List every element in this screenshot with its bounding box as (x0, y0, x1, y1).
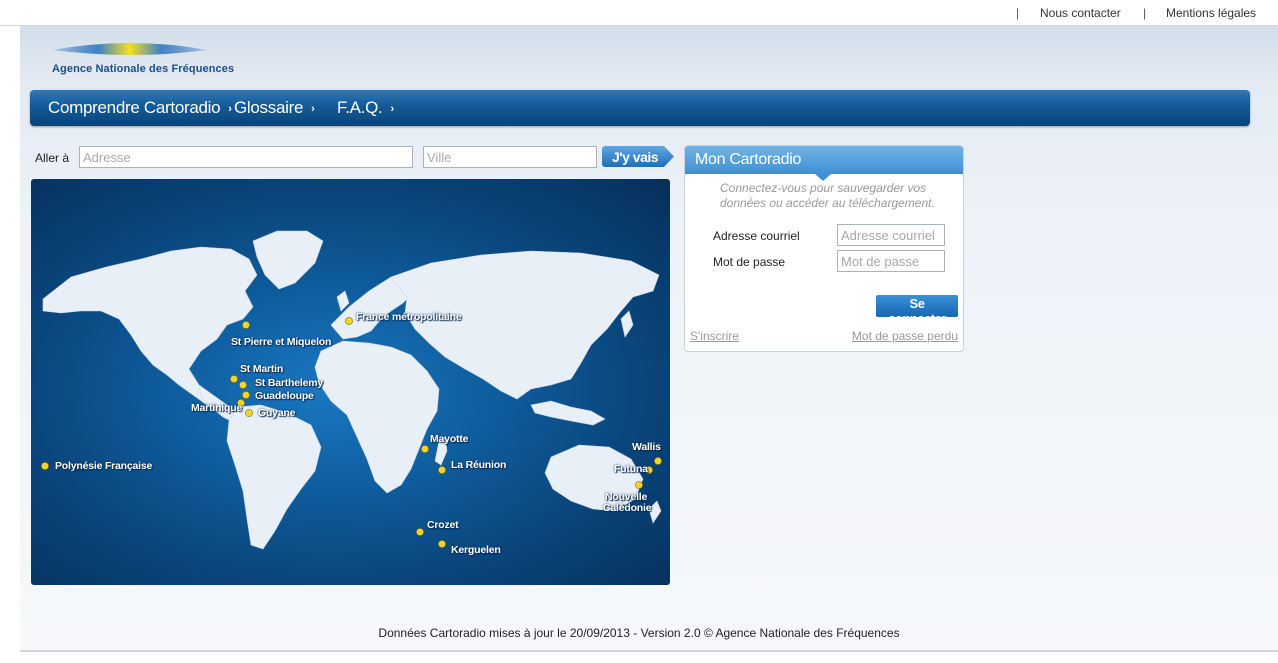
main-nav: Comprendre Cartoradio › Glossaire › F.A.Q.… (30, 90, 1250, 126)
password-label: Mot de passe (713, 255, 786, 269)
map-label-guadeloupe[interactable]: Guadeloupe (255, 390, 314, 402)
map-label-guyane[interactable]: Guyane (258, 407, 296, 419)
register-link[interactable]: S'inscrire (690, 329, 739, 343)
search-label: Aller à (35, 151, 70, 165)
map-label-mayotte[interactable]: Mayotte (430, 433, 468, 445)
login-hint: Connectez-vous pour sauvegarder vos donn… (720, 181, 935, 210)
login-title: Mon Cartoradio (695, 151, 802, 168)
map-label-kerguelen[interactable]: Kerguelen (451, 544, 501, 556)
password-field[interactable] (837, 250, 945, 272)
map-label-futuna[interactable]: Futuna (614, 463, 648, 475)
connect-button[interactable]: Se connecter (876, 295, 958, 326)
email-field[interactable] (837, 224, 945, 246)
map-label-caledonie[interactable]: Calédonie (603, 502, 652, 514)
chevron-right-icon: › (228, 103, 232, 115)
map-label-wallis[interactable]: Wallis (632, 441, 661, 453)
logo-text: Agence Nationale des Fréquences (52, 63, 235, 75)
map-label-st-barthelemy[interactable]: St Barthelemy (255, 377, 323, 389)
email-label: Adresse courriel (713, 229, 800, 243)
map-label-st-martin[interactable]: St Martin (240, 363, 283, 375)
nav-item-label: F.A.Q. (337, 98, 383, 117)
chevron-right-icon: › (390, 103, 394, 115)
world-map-land-icon (41, 230, 662, 550)
nav-item-glossaire[interactable]: Glossaire › (234, 98, 315, 118)
legal-link[interactable]: Mentions légales (1166, 6, 1256, 20)
nav-item-label: Comprendre Cartoradio (48, 98, 221, 117)
map-label-polynesie[interactable]: Polynésie Française (55, 460, 152, 472)
map-label-france[interactable]: France métropolitaine (356, 311, 462, 323)
map-label-crozet[interactable]: Crozet (427, 519, 459, 531)
footer-text: Données Cartoradio mises à jour le 20/09… (378, 626, 900, 640)
login-panel: Mon Cartoradio Connectez-vous pour sauve… (684, 145, 964, 352)
login-header-notch (815, 174, 831, 181)
city-input[interactable] (423, 146, 597, 168)
nav-item-label: Glossaire (234, 98, 304, 117)
world-map[interactable]: France métropolitaine St Pierre et Mique… (31, 179, 670, 585)
chevron-right-icon: › (311, 103, 315, 115)
separator: | (1143, 6, 1147, 20)
page-frame-bottom-border (20, 650, 1278, 652)
separator: | (1016, 6, 1020, 20)
address-input[interactable] (79, 146, 413, 168)
nav-item-comprendre[interactable]: Comprendre Cartoradio › (48, 98, 232, 118)
map-label-la-reunion[interactable]: La Réunion (451, 459, 506, 471)
top-utility-bar: | Nous contacter | Mentions légales (0, 0, 1278, 26)
nav-item-faq[interactable]: F.A.Q. › (337, 98, 394, 118)
forgot-password-link[interactable]: Mot de passe perdu (852, 329, 958, 343)
go-button[interactable]: J'y vais (602, 146, 674, 167)
map-label-martinique[interactable]: Martinique (191, 402, 242, 414)
contact-link[interactable]: Nous contacter (1040, 6, 1121, 20)
map-label-st-pierre[interactable]: St Pierre et Miquelon (231, 336, 331, 348)
login-header: Mon Cartoradio (685, 146, 963, 174)
